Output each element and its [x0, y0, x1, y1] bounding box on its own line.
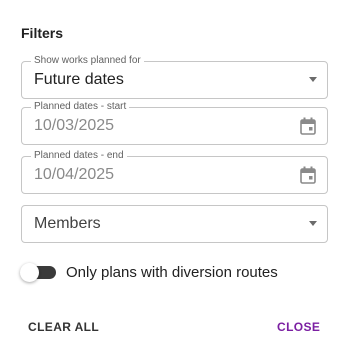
chevron-down-icon[interactable]: [309, 221, 317, 226]
calendar-icon[interactable]: [300, 117, 316, 135]
works-planned-label: Show works planned for: [31, 55, 144, 66]
start-date-label: Planned dates - start: [31, 101, 130, 112]
filters-title: Filters: [21, 25, 64, 41]
works-planned-select[interactable]: Show works planned for Future dates: [21, 55, 328, 99]
works-planned-value: Future dates: [34, 71, 124, 88]
members-placeholder: Members: [34, 215, 101, 232]
diversion-toggle-row[interactable]: Only plans with diversion routes: [20, 263, 320, 283]
start-date-value[interactable]: 10/03/2025: [34, 117, 114, 135]
end-date-label: Planned dates - end: [31, 150, 127, 161]
end-date-value[interactable]: 10/04/2025: [34, 166, 114, 184]
chevron-down-icon[interactable]: [309, 77, 317, 82]
toggle-thumb[interactable]: [20, 263, 39, 282]
start-date-field[interactable]: Planned dates - start 10/03/2025: [21, 101, 328, 145]
clear-all-button[interactable]: CLEAR ALL: [28, 320, 99, 334]
close-button[interactable]: CLOSE: [277, 320, 320, 334]
members-select[interactable]: Members: [21, 205, 328, 243]
diversion-toggle-label[interactable]: Only plans with diversion routes: [66, 264, 278, 282]
end-date-field[interactable]: Planned dates - end 10/04/2025: [21, 150, 328, 194]
calendar-icon[interactable]: [300, 166, 316, 184]
